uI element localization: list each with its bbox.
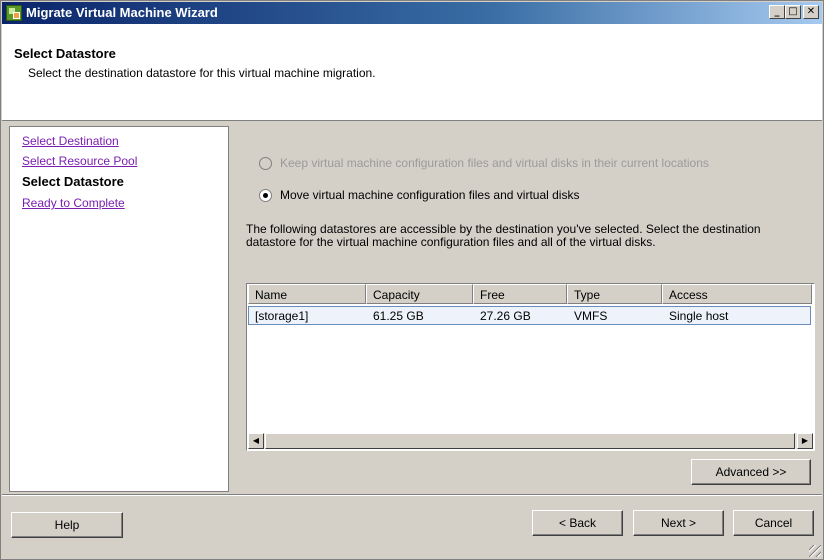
cell-name: [storage1] <box>255 309 309 323</box>
keep-location-label: Keep virtual machine configuration files… <box>280 156 709 170</box>
window-title: Migrate Virtual Machine Wizard <box>26 5 218 20</box>
table-row[interactable]: [storage1] 61.25 GB 27.26 GB VMFS Single… <box>248 306 811 325</box>
wizard-window: Migrate Virtual Machine Wizard _ □ ✕ Sel… <box>0 0 824 560</box>
keep-location-radio <box>259 157 272 171</box>
advanced-button[interactable]: Advanced >> <box>691 459 811 485</box>
maximize-button[interactable]: □ <box>785 5 801 19</box>
move-files-radio[interactable] <box>259 189 272 203</box>
wizard-steps-panel: Select Destination Select Resource Pool … <box>9 126 229 492</box>
scroll-right-icon[interactable]: ▶ <box>797 433 813 449</box>
close-button[interactable]: ✕ <box>803 5 819 19</box>
column-header-name[interactable]: Name <box>248 284 366 304</box>
cell-free: 27.26 GB <box>480 309 531 323</box>
step-select-destination[interactable]: Select Destination <box>22 134 119 148</box>
move-files-option[interactable]: Move virtual machine configuration files… <box>259 188 579 203</box>
column-header-type[interactable]: Type <box>567 284 662 304</box>
move-files-label[interactable]: Move virtual machine configuration files… <box>280 188 579 202</box>
horizontal-scrollbar[interactable]: ◀ ▶ <box>248 433 813 449</box>
datastore-table: Name Capacity Free Type Access [storage1… <box>246 283 815 451</box>
cell-type: VMFS <box>574 309 608 323</box>
column-header-access[interactable]: Access <box>662 284 812 304</box>
minimize-button[interactable]: _ <box>769 5 785 19</box>
back-button[interactable]: < Back <box>532 510 623 536</box>
scroll-thumb[interactable] <box>265 433 795 449</box>
step-select-resource-pool[interactable]: Select Resource Pool <box>22 154 137 168</box>
step-select-datastore: Select Datastore <box>22 174 124 189</box>
page-subtitle: Select the destination datastore for thi… <box>28 66 376 80</box>
vsphere-app-icon <box>6 5 22 21</box>
cell-access: Single host <box>669 309 729 323</box>
cell-capacity: 61.25 GB <box>373 309 424 323</box>
help-button[interactable]: Help <box>11 512 123 538</box>
title-bar[interactable]: Migrate Virtual Machine Wizard _ □ ✕ <box>2 2 822 24</box>
cancel-button[interactable]: Cancel <box>733 510 814 536</box>
step-ready-to-complete[interactable]: Ready to Complete <box>22 196 125 210</box>
column-header-capacity[interactable]: Capacity <box>366 284 473 304</box>
footer-divider <box>2 494 822 496</box>
wizard-content: Keep virtual machine configuration files… <box>233 126 820 492</box>
datastore-description: The following datastores are accessible … <box>246 222 761 249</box>
wizard-header: Select Datastore Select the destination … <box>2 24 822 121</box>
page-title: Select Datastore <box>14 46 116 61</box>
column-header-free[interactable]: Free <box>473 284 567 304</box>
keep-location-option: Keep virtual machine configuration files… <box>259 156 709 171</box>
scroll-left-icon[interactable]: ◀ <box>248 433 264 449</box>
resize-grip-icon[interactable] <box>809 545 821 557</box>
next-button[interactable]: Next > <box>633 510 724 536</box>
